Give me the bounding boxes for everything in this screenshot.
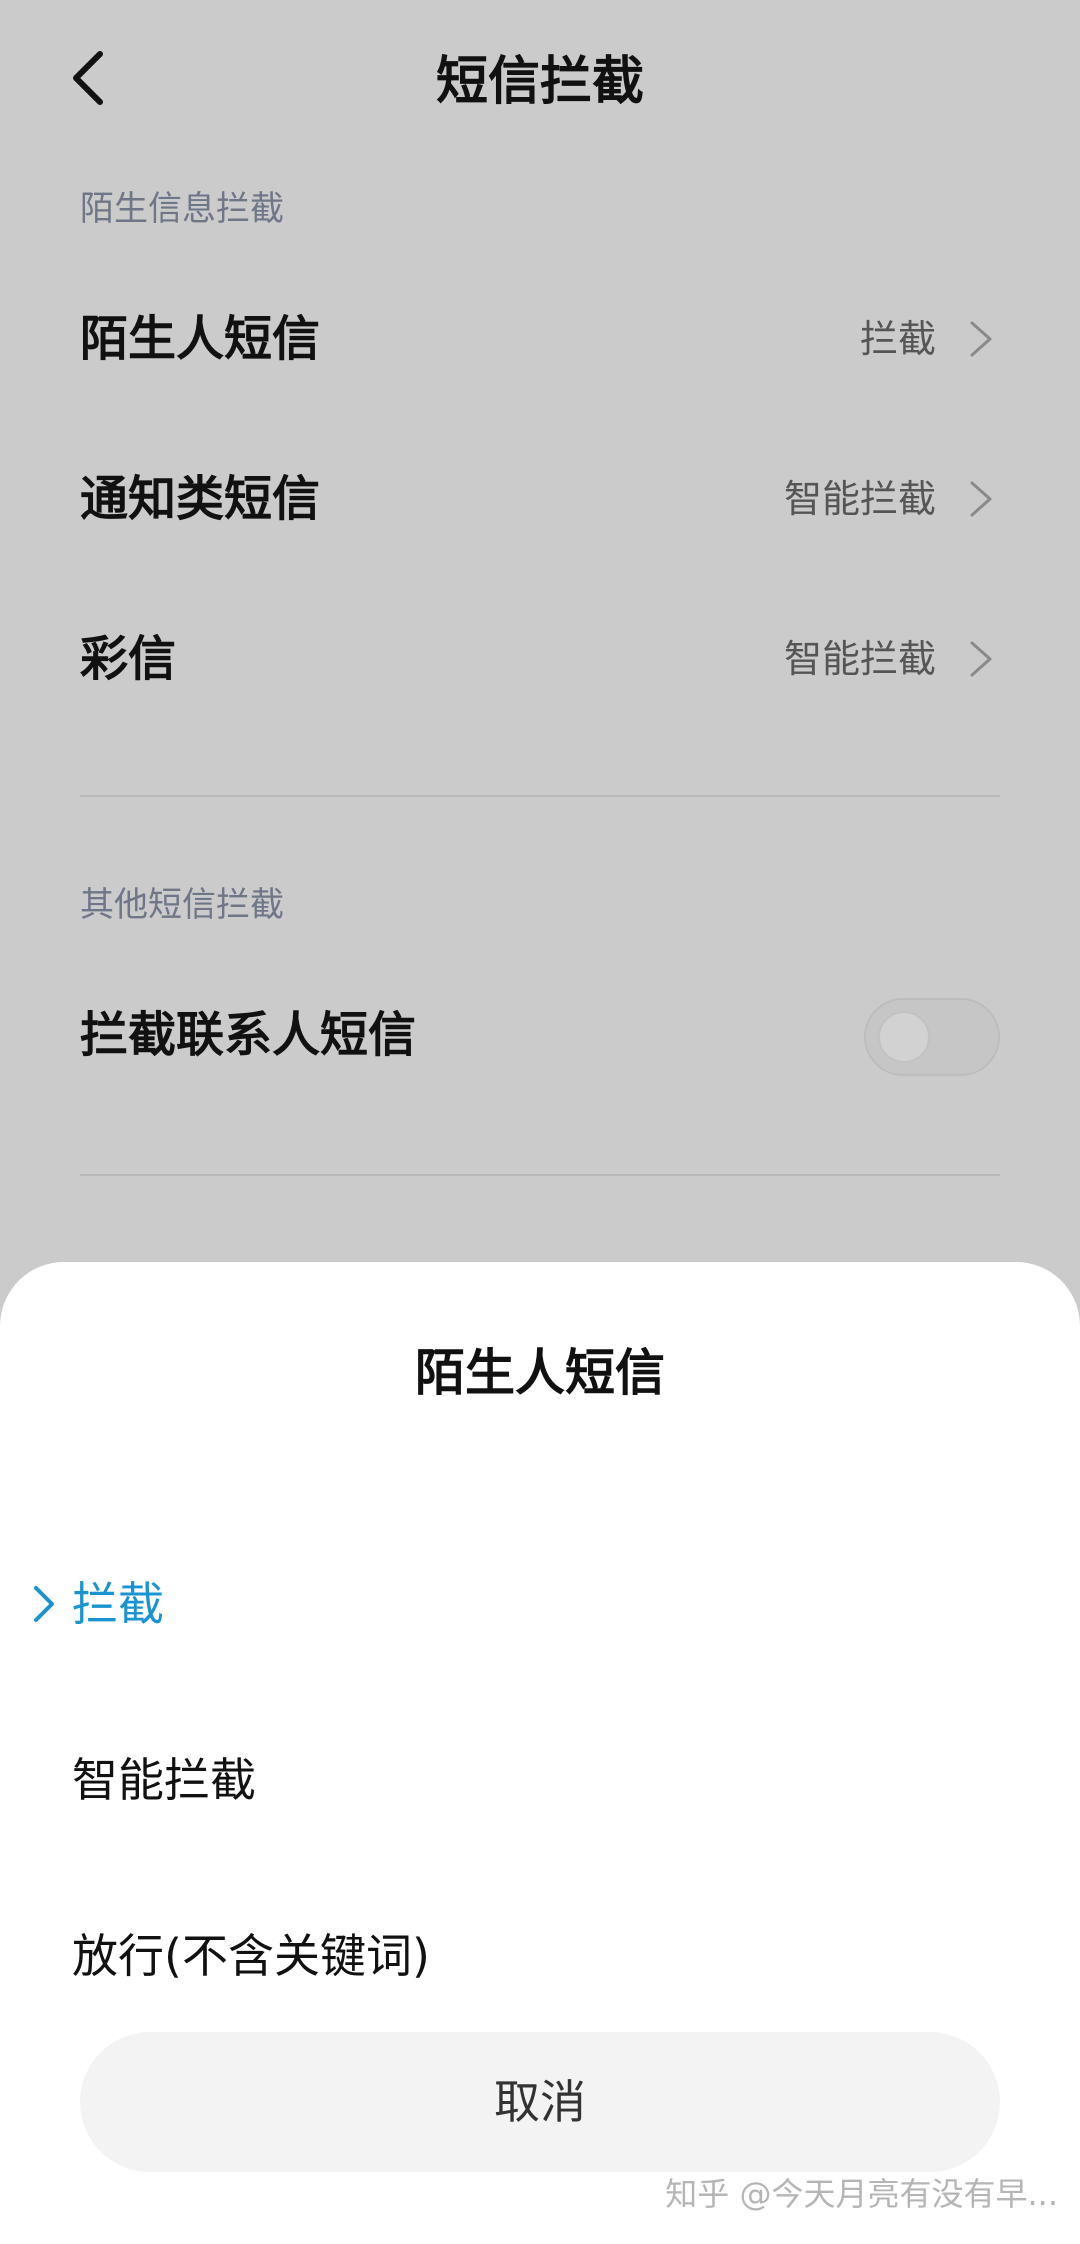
chevron-right-selected-icon	[34, 1586, 54, 1622]
row-notification-sms[interactable]: 通知类短信 智能拦截	[80, 434, 1000, 564]
cancel-button[interactable]: 取消	[80, 2032, 1000, 2172]
watermark-text: 知乎 @今天月亮有没有早...	[665, 2175, 1058, 2213]
section-header-stranger: 陌生信息拦截	[80, 189, 284, 229]
chevron-right-icon	[970, 321, 992, 357]
option-smart-block[interactable]: 智能拦截	[0, 1720, 1080, 1840]
sheet-title: 陌生人短信	[415, 1344, 665, 1402]
sms-block-settings-screen: 短信拦截 陌生信息拦截 陌生人短信 拦截 通知类短信 智能拦截 彩信 智能拦截 …	[0, 0, 1080, 2244]
section-divider	[80, 1174, 1000, 1176]
option-label: 拦截	[72, 1577, 164, 1631]
option-bottom-sheet: 陌生人短信 拦截 智能拦截 放行(不含关键词) 取消	[0, 1262, 1080, 2244]
row-stranger-sms[interactable]: 陌生人短信 拦截	[80, 274, 1000, 404]
chevron-right-icon	[970, 481, 992, 517]
toggle-knob	[878, 1011, 930, 1063]
chevron-right-icon	[970, 641, 992, 677]
block-contacts-toggle[interactable]	[864, 998, 1000, 1076]
top-bar: 短信拦截	[0, 0, 1080, 170]
row-label: 拦截联系人短信	[80, 1007, 417, 1063]
row-block-contacts-sms[interactable]: 拦截联系人短信	[80, 970, 1000, 1100]
row-label: 陌生人短信	[80, 311, 321, 367]
section-header-other: 其他短信拦截	[80, 885, 284, 925]
row-value: 智能拦截	[783, 637, 936, 681]
row-value: 拦截	[859, 317, 936, 361]
option-label: 放行(不含关键词)	[72, 1929, 430, 1983]
row-label: 通知类短信	[80, 471, 321, 527]
row-value: 智能拦截	[783, 477, 936, 521]
option-block[interactable]: 拦截	[0, 1544, 1080, 1664]
section-divider	[80, 795, 1000, 797]
option-label: 智能拦截	[72, 1753, 256, 1807]
option-allow[interactable]: 放行(不含关键词)	[0, 1896, 1080, 2016]
page-title: 短信拦截	[435, 52, 644, 112]
row-mms[interactable]: 彩信 智能拦截	[80, 594, 1000, 724]
row-label: 彩信	[80, 631, 177, 687]
